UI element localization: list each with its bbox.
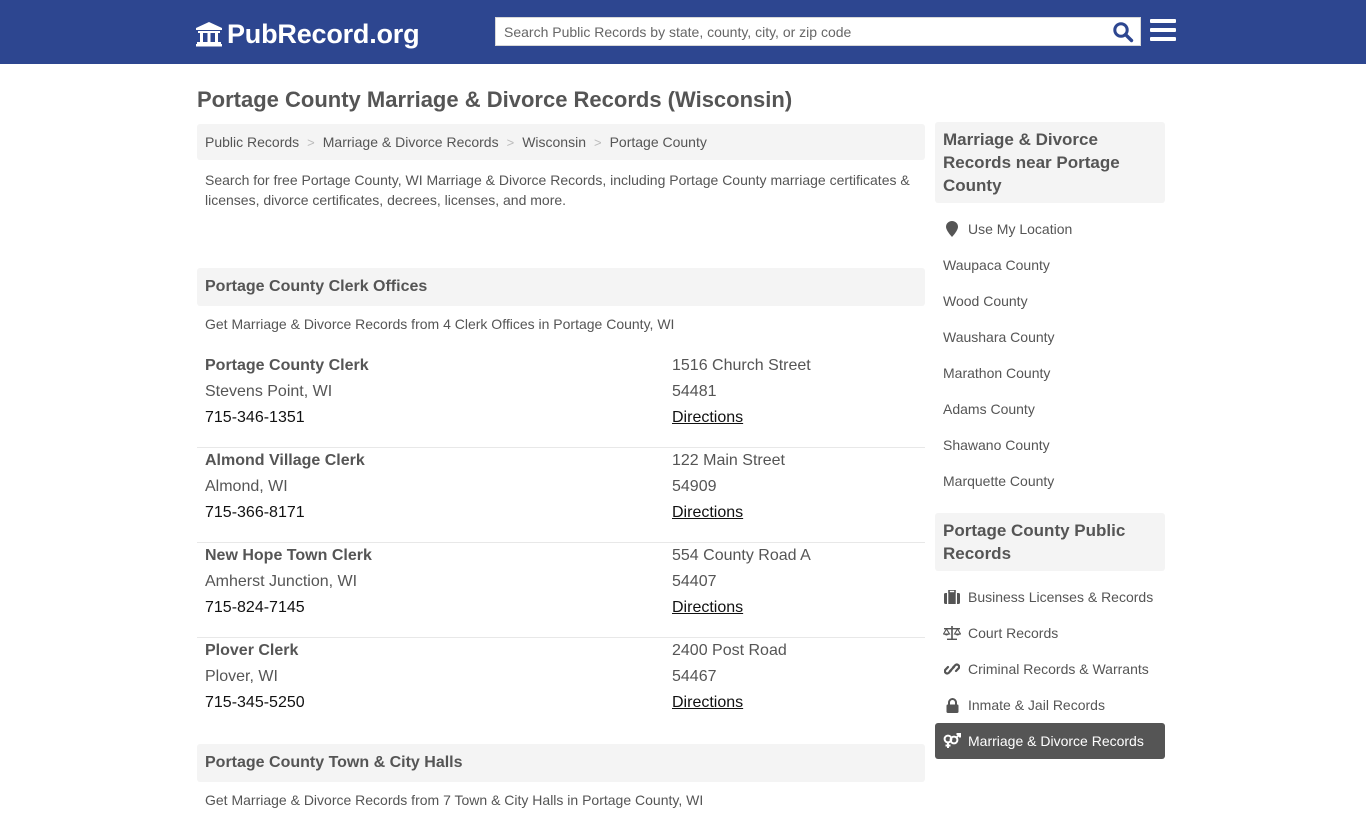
nearby-records-heading: Marriage & Divorce Records near Portage … [935, 122, 1165, 203]
directions-link[interactable]: Directions [672, 694, 743, 711]
nearby-county-link[interactable]: Waupaca County [935, 247, 1165, 283]
sidebar-item-label: Criminal Records & Warrants [968, 661, 1149, 677]
office-phone[interactable]: 715-345-5250 [205, 690, 305, 716]
breadcrumb-separator: > [506, 134, 515, 150]
sidebar-item-court-records[interactable]: Court Records [935, 615, 1165, 651]
office-city: Almond, WI [205, 478, 288, 495]
lock-icon [943, 697, 961, 713]
nearby-county-list: Use My Location Waupaca County Wood Coun… [935, 203, 1165, 509]
nearby-county-link[interactable]: Waushara County [935, 319, 1165, 355]
office-phone[interactable]: 715-824-7145 [205, 595, 372, 621]
sidebar-item-label: Inmate & Jail Records [968, 697, 1105, 713]
sidebar-item-criminal-records[interactable]: Criminal Records & Warrants [935, 651, 1165, 687]
search-input[interactable] [496, 18, 1096, 45]
office-zip: 54467 [672, 668, 717, 685]
breadcrumb-separator: > [307, 134, 315, 150]
office-city: Stevens Point, WI [205, 383, 333, 400]
breadcrumb-separator: > [593, 134, 602, 150]
clerk-office-list: Portage County Clerk Stevens Point, WI 7… [197, 353, 925, 744]
top-navbar: PubRecord.org [0, 0, 1366, 64]
map-marker-icon [943, 221, 961, 237]
office-zip: 54481 [672, 383, 717, 400]
link-icon [943, 661, 961, 677]
breadcrumb-public-records[interactable]: Public Records [205, 134, 299, 150]
nearby-county-link[interactable]: Wood County [935, 283, 1165, 319]
breadcrumb: Public Records > Marriage & Divorce Reco… [197, 124, 925, 160]
town-city-halls-heading: Portage County Town & City Halls [197, 744, 925, 782]
office-zip: 54407 [672, 573, 717, 590]
site-logo[interactable]: PubRecord.org [195, 18, 420, 50]
nearby-county-link[interactable]: Shawano County [935, 427, 1165, 463]
main-content: Public Records > Marriage & Divorce Reco… [197, 124, 925, 829]
menu-bar [1150, 28, 1176, 32]
use-my-location-label: Use My Location [968, 221, 1073, 237]
office-address: 2400 Post Road [672, 642, 787, 659]
public-records-list: Business Licenses & Records Court Record… [935, 571, 1165, 769]
office-city: Amherst Junction, WI [205, 573, 358, 590]
sidebar-item-business-licenses[interactable]: Business Licenses & Records [935, 579, 1165, 615]
use-my-location-link[interactable]: Use My Location [935, 211, 1165, 247]
venus-mars-icon [943, 733, 961, 749]
sidebar-item-label: Court Records [968, 625, 1059, 641]
site-logo-text: PubRecord.org [227, 19, 420, 49]
office-zip: 54909 [672, 478, 717, 495]
search-bar [495, 17, 1141, 46]
clerk-office-item: Almond Village Clerk Almond, WI 715-366-… [197, 448, 925, 543]
balance-scale-icon [943, 625, 961, 641]
directions-link[interactable]: Directions [672, 504, 743, 521]
office-name: Plover Clerk [205, 642, 299, 659]
hamburger-menu-icon[interactable] [1150, 19, 1176, 43]
office-address: 554 County Road A [672, 547, 811, 564]
public-records-heading: Portage County Public Records [935, 513, 1165, 571]
office-address: 1516 Church Street [672, 357, 811, 374]
directions-link[interactable]: Directions [672, 599, 743, 616]
breadcrumb-portage-county[interactable]: Portage County [610, 134, 707, 150]
directions-link[interactable]: Directions [672, 409, 743, 426]
nearby-county-link[interactable]: Marquette County [935, 463, 1165, 499]
office-phone[interactable]: 715-366-8171 [205, 500, 365, 526]
office-name: Almond Village Clerk [205, 452, 365, 469]
breadcrumb-wisconsin[interactable]: Wisconsin [522, 134, 586, 150]
page-title: Portage County Marriage & Divorce Record… [197, 87, 793, 112]
menu-bar [1150, 37, 1176, 41]
office-city: Plover, WI [205, 668, 278, 685]
office-name: Portage County Clerk [205, 357, 369, 374]
office-address: 122 Main Street [672, 452, 785, 469]
clerk-office-item: Portage County Clerk Stevens Point, WI 7… [197, 353, 925, 448]
sidebar-item-inmate-records[interactable]: Inmate & Jail Records [935, 687, 1165, 723]
intro-text: Search for free Portage County, WI Marri… [205, 172, 910, 208]
breadcrumb-marriage-divorce[interactable]: Marriage & Divorce Records [323, 134, 499, 150]
briefcase-icon [943, 589, 961, 605]
search-icon[interactable] [1112, 21, 1134, 43]
office-name: New Hope Town Clerk [205, 547, 372, 564]
sidebar: Marriage & Divorce Records near Portage … [935, 122, 1165, 769]
clerk-office-item: Plover Clerk Plover, WI 715-345-5250 240… [197, 638, 925, 744]
sidebar-item-marriage-divorce[interactable]: Marriage & Divorce Records [935, 723, 1165, 759]
nearby-county-link[interactable]: Adams County [935, 391, 1165, 427]
sidebar-item-label: Marriage & Divorce Records [968, 733, 1144, 749]
clerk-offices-subtext: Get Marriage & Divorce Records from 4 Cl… [205, 316, 675, 332]
menu-bar [1150, 19, 1176, 23]
clerk-office-item: New Hope Town Clerk Amherst Junction, WI… [197, 543, 925, 638]
courthouse-icon [196, 22, 222, 47]
nearby-county-link[interactable]: Marathon County [935, 355, 1165, 391]
town-city-halls-subtext: Get Marriage & Divorce Records from 7 To… [205, 792, 704, 808]
clerk-offices-heading: Portage County Clerk Offices [197, 268, 925, 306]
office-phone[interactable]: 715-346-1351 [205, 405, 369, 431]
sidebar-item-label: Business Licenses & Records [968, 589, 1154, 605]
